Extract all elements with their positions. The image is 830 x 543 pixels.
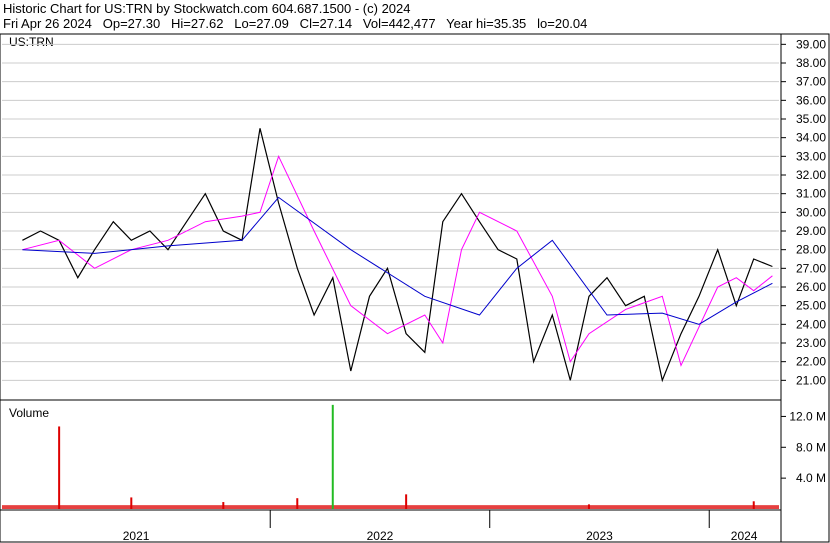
price-tick-label: 27.00 xyxy=(796,261,826,275)
volume-tick-label: 12.0 M xyxy=(789,409,826,423)
chart-frame xyxy=(0,33,830,543)
price-grid xyxy=(2,43,779,381)
price-tick-label: 38.00 xyxy=(796,56,826,70)
price-tick-label: 30.00 xyxy=(796,205,826,219)
year-label: 2021 xyxy=(123,529,150,543)
price-tick-label: 34.00 xyxy=(796,131,826,145)
volume-baseline-band xyxy=(2,505,779,509)
price-tick-label: 33.00 xyxy=(796,149,826,163)
stock-chart: US:TRN Volume 39.0038.0037.0036.0035.003… xyxy=(0,33,830,543)
volume-bar xyxy=(130,497,133,509)
price-tick-label: 26.00 xyxy=(796,280,826,294)
price-tick-label: 39.00 xyxy=(796,37,826,51)
volume-y-axis: 12.0 M 8.0 M 4.0 M xyxy=(781,409,826,485)
price-tick-label: 31.00 xyxy=(796,187,826,201)
volume-title: Volume xyxy=(9,406,49,420)
short-moving-average-line xyxy=(22,154,773,367)
volume-tick-label: 4.0 M xyxy=(796,471,826,485)
year-label: 2024 xyxy=(731,529,758,543)
price-tick-label: 35.00 xyxy=(796,112,826,126)
year-label: 2023 xyxy=(586,529,613,543)
price-tick-label: 29.00 xyxy=(796,224,826,238)
price-tick-label: 24.00 xyxy=(796,317,826,331)
volume-bar xyxy=(331,404,334,509)
volume-bar xyxy=(58,426,61,509)
volume-tick-label: 8.0 M xyxy=(796,440,826,454)
volume-bar xyxy=(222,502,225,509)
price-tick-label: 25.00 xyxy=(796,299,826,313)
year-label: 2022 xyxy=(367,529,394,543)
price-tick-label: 28.00 xyxy=(796,243,826,257)
volume-bar xyxy=(296,498,299,509)
price-tick-label: 22.00 xyxy=(796,355,826,369)
time-axis: 2021 2022 2023 2024 xyxy=(123,510,758,543)
volume-bar xyxy=(587,504,590,509)
price-tick-label: 36.00 xyxy=(796,93,826,107)
volume-bars xyxy=(2,404,779,509)
volume-bar xyxy=(752,501,755,509)
price-tick-label: 23.00 xyxy=(796,336,826,350)
symbol-label: US:TRN xyxy=(9,35,54,49)
price-tick-label: 32.00 xyxy=(796,168,826,182)
volume-bar xyxy=(405,494,408,509)
price-tick-label: 21.00 xyxy=(796,373,826,387)
price-tick-label: 37.00 xyxy=(796,75,826,89)
price-y-axis: 39.00 38.00 37.00 36.00 35.00 34.00 33.00 32.00… xyxy=(781,37,826,387)
